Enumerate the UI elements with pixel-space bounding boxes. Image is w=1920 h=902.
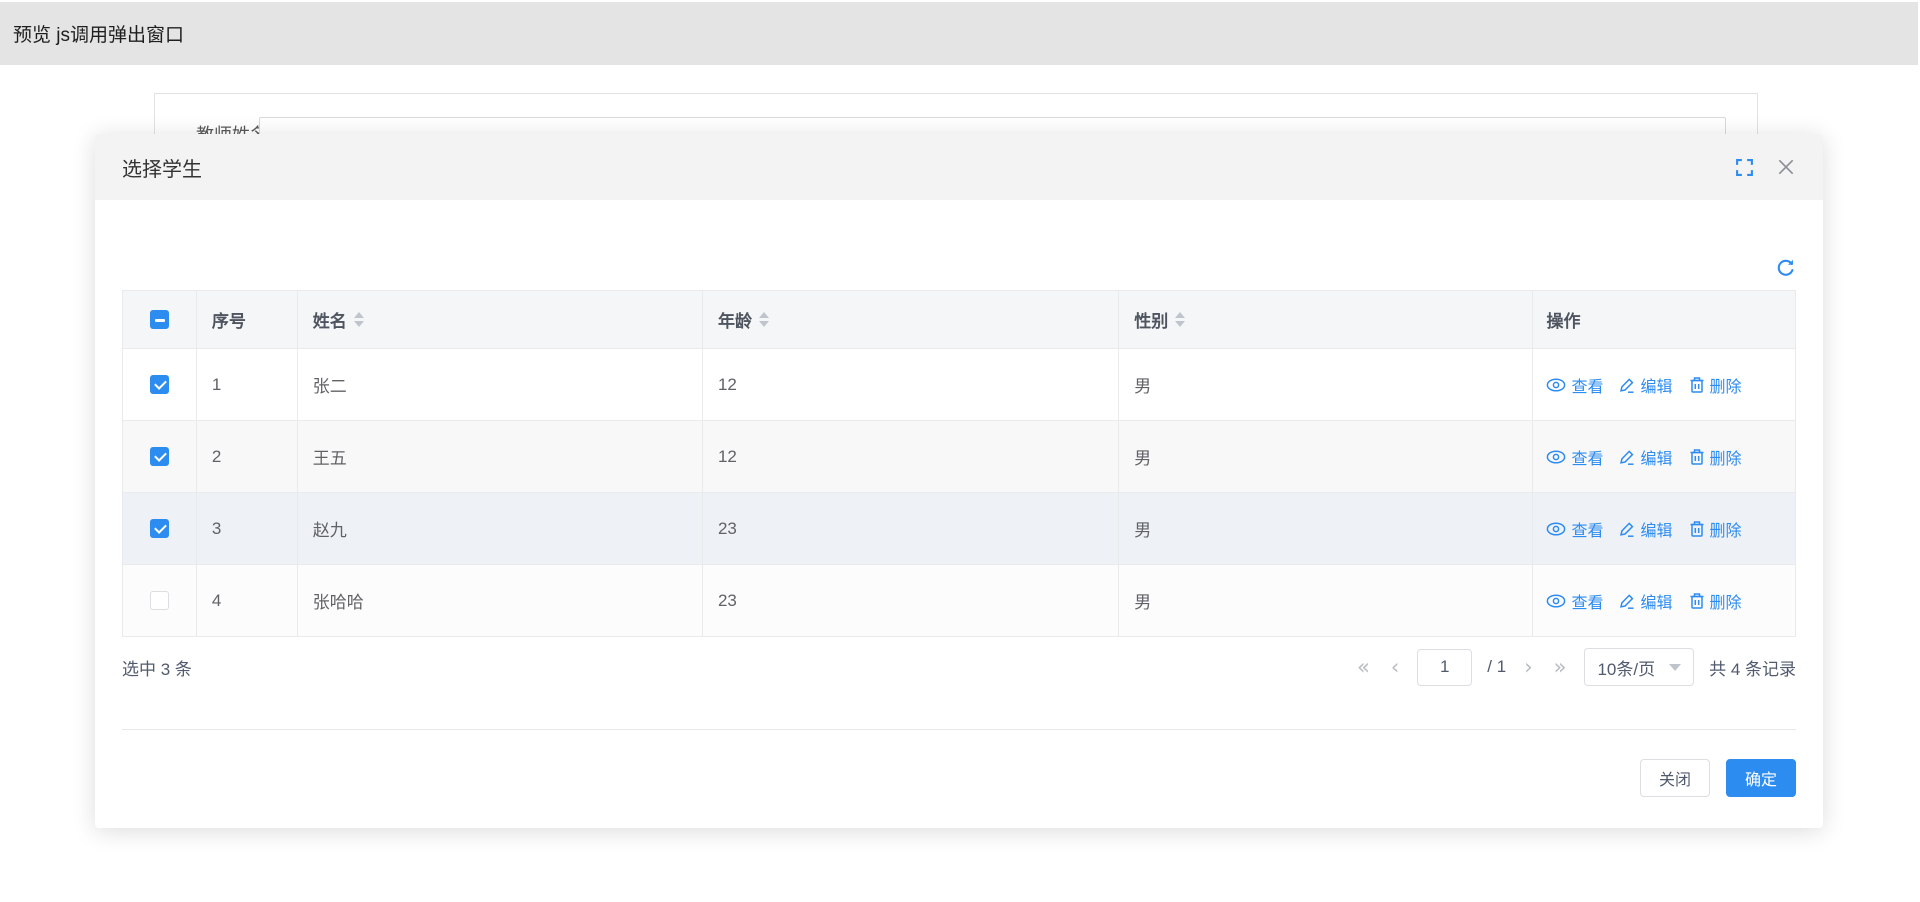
view-link[interactable]: 查看: [1546, 373, 1603, 397]
prev-page-button[interactable]: ‹: [1388, 657, 1402, 678]
edit-pencil-icon: [1619, 377, 1635, 393]
edit-link[interactable]: 编辑: [1619, 373, 1672, 397]
fullscreen-icon[interactable]: [1735, 158, 1754, 177]
cell-age: 23: [703, 493, 1119, 564]
table-row: 4 张哈哈 23 男 查看 编辑: [123, 564, 1795, 636]
cell-name: 张哈哈: [298, 565, 703, 636]
table-row: 3 赵九 23 男 查看 编辑: [123, 492, 1795, 564]
edit-link[interactable]: 编辑: [1619, 517, 1672, 541]
table-toolbar: [122, 200, 1796, 290]
sort-caret-icon[interactable]: [759, 312, 769, 327]
delete-link[interactable]: 删除: [1689, 445, 1742, 469]
cell-gender: 男: [1119, 349, 1533, 420]
first-page-button[interactable]: «: [1354, 657, 1373, 678]
page: 预览 js调用弹出窗口 教师姓名 选择学生: [0, 0, 1920, 902]
cell-gender: 男: [1119, 493, 1533, 564]
view-link[interactable]: 查看: [1546, 445, 1603, 469]
eye-icon: [1546, 522, 1566, 536]
trash-icon: [1689, 520, 1705, 538]
edit-pencil-icon: [1619, 593, 1635, 609]
sort-caret-icon[interactable]: [354, 312, 364, 327]
table-row: 1 张二 12 男 查看 编辑: [123, 348, 1795, 420]
column-header-actions: 操作: [1533, 291, 1795, 348]
modal-buttons: 关闭 确定: [122, 730, 1796, 797]
confirm-button[interactable]: 确定: [1726, 759, 1796, 797]
select-student-modal: 选择学生: [95, 134, 1823, 828]
cell-name: 赵九: [298, 493, 703, 564]
selected-count-text: 选中 3 条: [122, 655, 192, 680]
row-checkbox[interactable]: [150, 375, 169, 394]
page-title: 预览 js调用弹出窗口: [13, 20, 184, 47]
eye-icon: [1546, 594, 1566, 608]
close-icon[interactable]: [1776, 157, 1796, 177]
modal-header: 选择学生: [95, 134, 1823, 200]
chevron-down-icon: [1669, 664, 1681, 671]
row-checkbox[interactable]: [150, 519, 169, 538]
table-footer: 选中 3 条 « ‹ / 1 › » 10条/页 共 4 条记录: [122, 637, 1796, 697]
next-page-button[interactable]: ›: [1521, 657, 1535, 678]
cell-age: 12: [703, 349, 1119, 420]
total-records-text: 共 4 条记录: [1709, 655, 1796, 680]
eye-icon: [1546, 378, 1566, 392]
edit-link[interactable]: 编辑: [1619, 445, 1672, 469]
view-link[interactable]: 查看: [1546, 589, 1603, 613]
cell-index: 4: [197, 565, 298, 636]
top-title-bar: 预览 js调用弹出窗口: [0, 2, 1918, 65]
cell-index: 2: [197, 421, 298, 492]
cell-name: 张二: [298, 349, 703, 420]
refresh-icon[interactable]: [1775, 258, 1796, 279]
row-checkbox[interactable]: [150, 591, 169, 610]
last-page-button[interactable]: »: [1551, 657, 1570, 678]
page-size-value: 10条/页: [1597, 655, 1655, 680]
view-link[interactable]: 查看: [1546, 517, 1603, 541]
table-header-row: 序号 姓名 年龄 性别 操作: [123, 291, 1795, 348]
edit-pencil-icon: [1619, 521, 1635, 537]
page-number-input[interactable]: [1417, 649, 1472, 686]
cell-index: 3: [197, 493, 298, 564]
cell-index: 1: [197, 349, 298, 420]
cell-age: 23: [703, 565, 1119, 636]
modal-title: 选择学生: [122, 153, 202, 182]
column-header-name[interactable]: 姓名: [298, 291, 703, 348]
close-button[interactable]: 关闭: [1640, 759, 1710, 797]
cell-name: 王五: [298, 421, 703, 492]
total-pages-text: / 1: [1487, 657, 1506, 677]
sort-caret-icon[interactable]: [1175, 312, 1185, 327]
students-table: 序号 姓名 年龄 性别 操作: [122, 290, 1796, 637]
edit-pencil-icon: [1619, 449, 1635, 465]
cell-age: 12: [703, 421, 1119, 492]
column-header-gender[interactable]: 性别: [1119, 291, 1533, 348]
trash-icon: [1689, 592, 1705, 610]
delete-link[interactable]: 删除: [1689, 373, 1742, 397]
eye-icon: [1546, 450, 1566, 464]
column-header-age[interactable]: 年龄: [703, 291, 1119, 348]
delete-link[interactable]: 删除: [1689, 589, 1742, 613]
trash-icon: [1689, 448, 1705, 466]
delete-link[interactable]: 删除: [1689, 517, 1742, 541]
cell-gender: 男: [1119, 565, 1533, 636]
page-size-select[interactable]: 10条/页: [1584, 648, 1694, 686]
select-all-checkbox[interactable]: [150, 310, 169, 329]
modal-body: 序号 姓名 年龄 性别 操作: [95, 200, 1823, 797]
pagination: « ‹ / 1 › » 10条/页 共 4 条记录: [1354, 648, 1796, 686]
edit-link[interactable]: 编辑: [1619, 589, 1672, 613]
cell-gender: 男: [1119, 421, 1533, 492]
column-header-index: 序号: [197, 291, 298, 348]
table-row: 2 王五 12 男 查看 编辑: [123, 420, 1795, 492]
row-checkbox[interactable]: [150, 447, 169, 466]
trash-icon: [1689, 376, 1705, 394]
